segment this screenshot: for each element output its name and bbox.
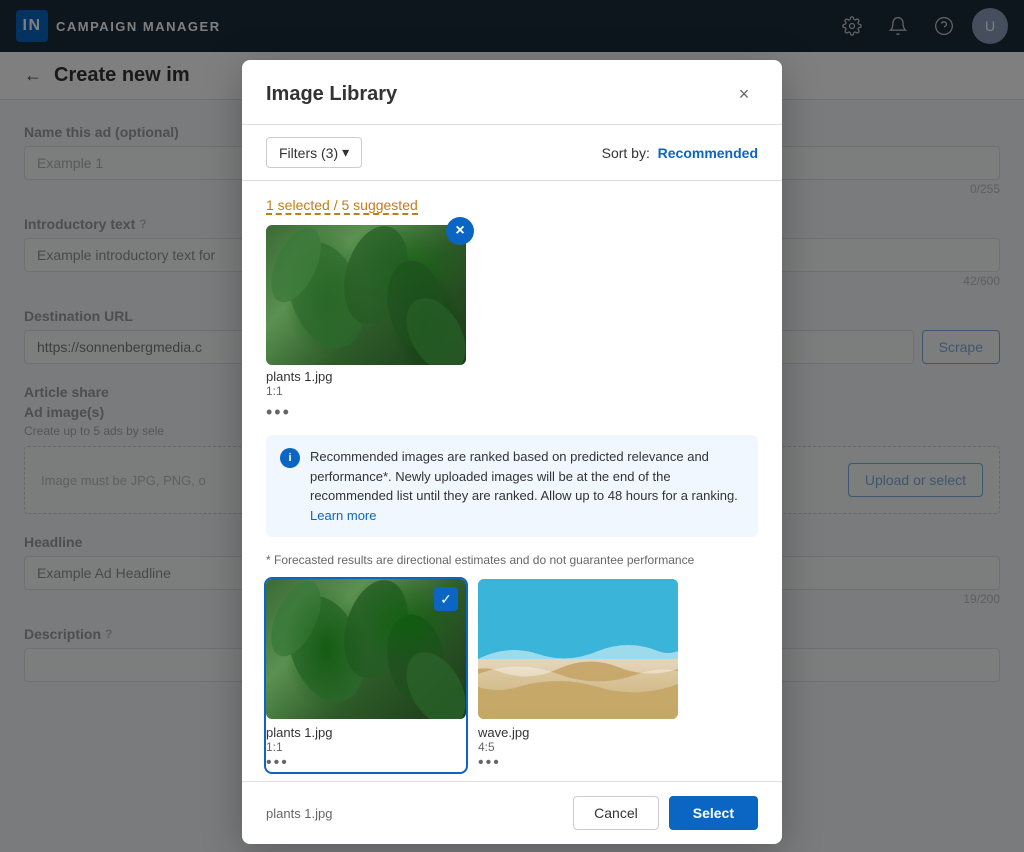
selected-preview-card: × plants 1.jpg 1:1 ••• — [266, 225, 466, 423]
learn-more-link[interactable]: Learn more — [310, 508, 376, 523]
remove-selected-image-button[interactable]: × — [446, 217, 474, 245]
selected-image-thumb — [266, 225, 466, 365]
footnote: * Forecasted results are directional est… — [266, 553, 758, 567]
filter-label: Filters (3) — [279, 145, 338, 161]
sort-value: Recommended — [658, 145, 758, 161]
modal-header: Image Library × — [242, 60, 782, 125]
image-card-plants[interactable]: ✓ plants 1.jpg 1:1 ••• — [266, 579, 466, 772]
image-grid: ✓ plants 1.jpg 1:1 ••• — [266, 579, 758, 772]
preview-more-options[interactable]: ••• — [266, 402, 466, 423]
image-library-modal: Image Library × Filters (3) ▾ Sort by: R… — [242, 60, 782, 844]
filter-chevron-icon: ▾ — [342, 144, 349, 161]
info-banner: i Recommended images are ranked based on… — [266, 435, 758, 537]
image-card-wave[interactable]: wave.jpg 4:5 ••• — [478, 579, 678, 772]
image-2-name: wave.jpg — [478, 725, 678, 740]
selected-count: 1 selected / 5 suggested — [266, 197, 758, 213]
wave-image — [478, 579, 678, 719]
info-icon: i — [280, 448, 300, 468]
image-2-ratio: 4:5 — [478, 740, 678, 754]
modal-title: Image Library — [266, 83, 397, 106]
image-1-ratio: 1:1 — [266, 740, 466, 754]
image-1-name: plants 1.jpg — [266, 725, 466, 740]
image-2-more-options[interactable]: ••• — [478, 754, 678, 772]
footer-actions: Cancel Select — [573, 796, 758, 830]
image-1-more-options[interactable]: ••• — [266, 754, 466, 772]
modal-body: 1 selected / 5 suggested × plants — [242, 181, 782, 781]
select-button[interactable]: Select — [669, 796, 758, 830]
preview-image-name: plants 1.jpg — [266, 369, 466, 384]
sort-label: Sort by: Recommended — [602, 145, 758, 161]
modal-footer: plants 1.jpg Cancel Select — [242, 781, 782, 844]
filters-button[interactable]: Filters (3) ▾ — [266, 137, 362, 168]
preview-image-ratio: 1:1 — [266, 384, 466, 398]
bottom-preview-label: plants 1.jpg — [266, 806, 333, 821]
selected-checkmark: ✓ — [434, 587, 458, 611]
modal-close-button[interactable]: × — [730, 80, 758, 108]
wave-thumb — [478, 579, 678, 719]
cancel-button[interactable]: Cancel — [573, 796, 659, 830]
modal-filters-bar: Filters (3) ▾ Sort by: Recommended — [242, 125, 782, 181]
info-text: Recommended images are ranked based on p… — [310, 447, 744, 525]
